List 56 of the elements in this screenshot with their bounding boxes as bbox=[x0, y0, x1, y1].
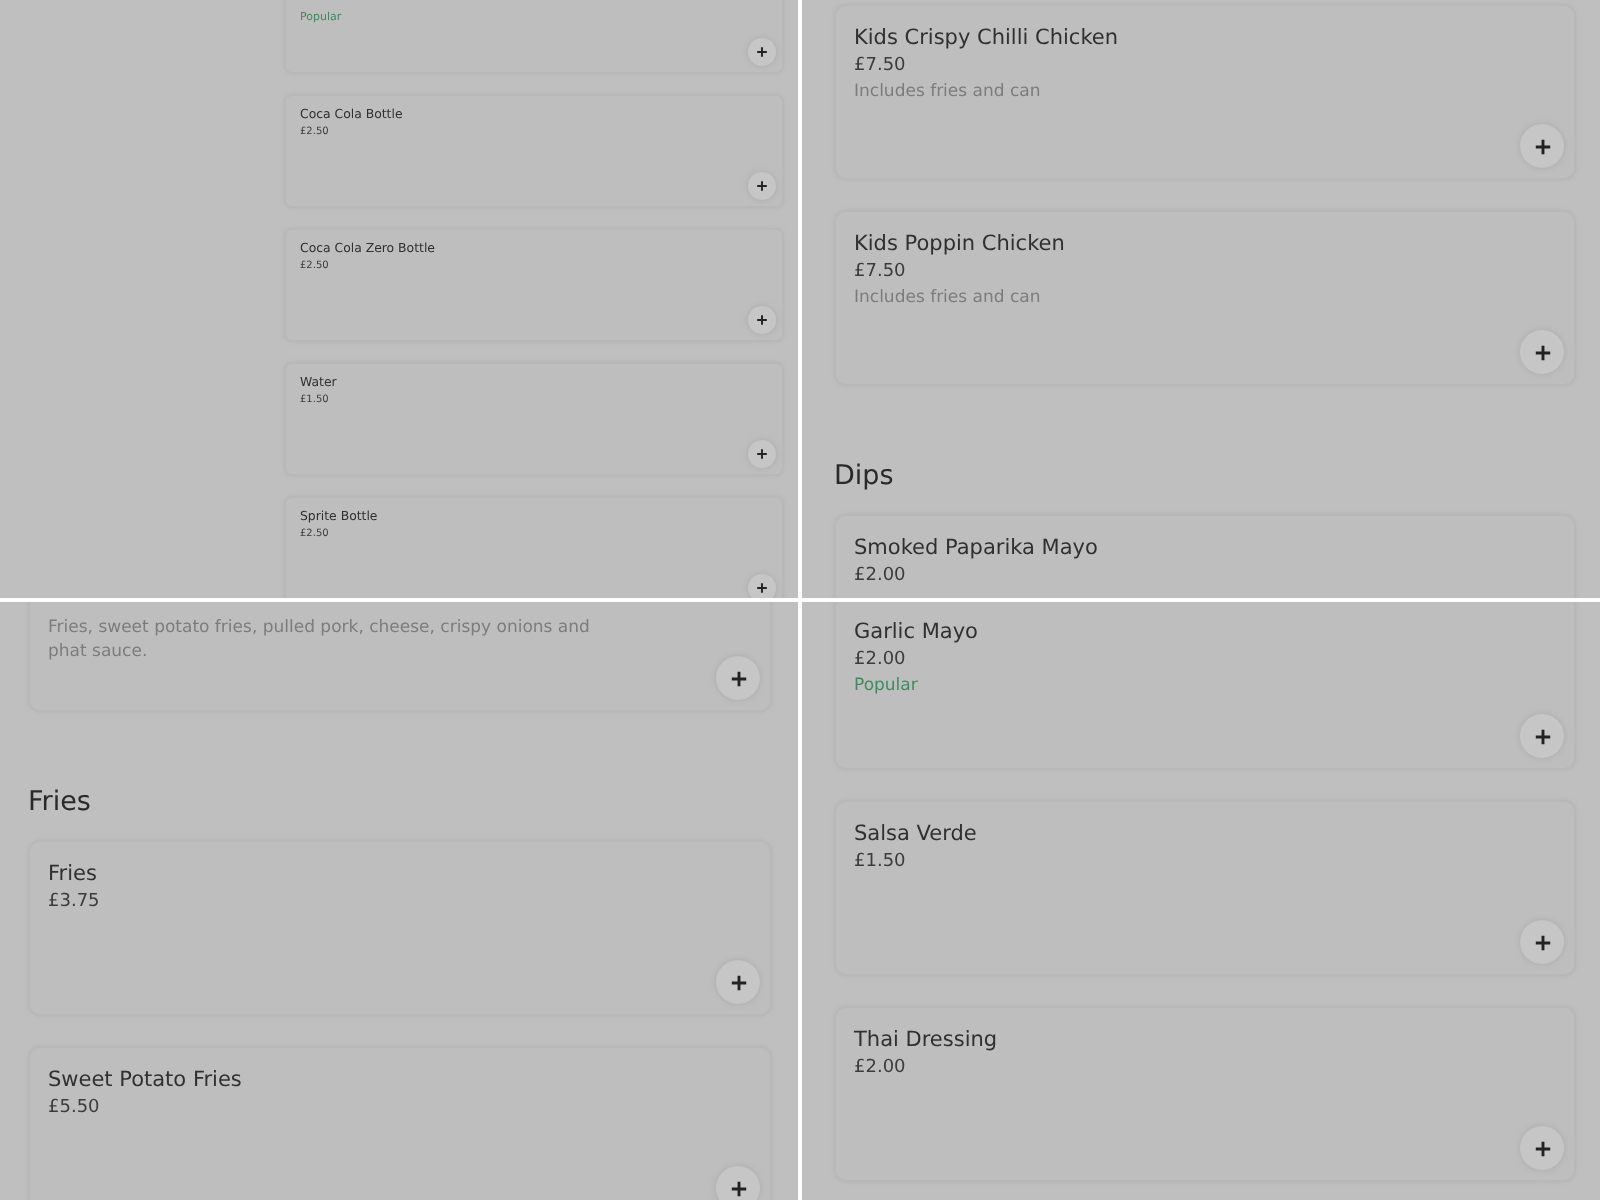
add-button[interactable] bbox=[748, 574, 776, 598]
menu-item-card[interactable]: Salsa Verde £1.50 bbox=[834, 800, 1576, 976]
add-button[interactable] bbox=[748, 306, 776, 334]
item-description: Includes fries and can bbox=[854, 288, 1043, 312]
item-price: £2.00 bbox=[854, 566, 908, 586]
plus-icon bbox=[1533, 137, 1551, 155]
plus-icon bbox=[756, 180, 768, 192]
add-button[interactable] bbox=[1520, 1126, 1564, 1170]
item-name: Smoked Paparika Mayo bbox=[854, 536, 1100, 560]
plus-icon bbox=[756, 448, 768, 460]
item-price: £2.00 bbox=[854, 650, 908, 670]
section-heading: Fries bbox=[28, 786, 93, 818]
menu-item-card[interactable]: Smoked Paparika Mayo £2.00 bbox=[834, 514, 1576, 598]
add-button[interactable] bbox=[716, 960, 760, 1004]
item-name: Fries bbox=[48, 862, 99, 886]
item-description: Includes fries and can bbox=[854, 82, 1043, 106]
plus-icon bbox=[729, 973, 747, 991]
menu-item-card[interactable]: Kids Poppin Chicken £7.50 Includes fries and can bbox=[834, 210, 1576, 386]
plus-icon bbox=[756, 314, 768, 326]
plus-icon bbox=[1533, 343, 1551, 361]
add-button[interactable] bbox=[716, 656, 760, 700]
section-heading: Dips bbox=[834, 460, 896, 492]
add-button[interactable] bbox=[748, 172, 776, 200]
add-button[interactable] bbox=[748, 440, 776, 468]
item-price: £2.00 bbox=[854, 1058, 908, 1078]
item-description: Fries, sweet potato fries, pulled pork, cheese, crispy onions and phat sauce. bbox=[48, 618, 592, 666]
menu-item-card[interactable]: Sweet Potato Fries £5.50 bbox=[28, 1046, 772, 1200]
menu-item-card[interactable]: Garlic Mayo £2.00 Popular bbox=[834, 602, 1576, 770]
plus-icon bbox=[729, 1179, 747, 1197]
item-name: Garlic Mayo bbox=[854, 620, 980, 644]
plus-icon bbox=[756, 46, 768, 58]
add-button[interactable] bbox=[1520, 714, 1564, 758]
add-button[interactable] bbox=[1520, 124, 1564, 168]
plus-icon bbox=[1533, 727, 1551, 745]
plus-icon bbox=[756, 582, 768, 594]
item-name: Kids Crispy Chilli Chicken bbox=[854, 26, 1121, 50]
item-name: Thai Dressing bbox=[854, 1028, 1000, 1052]
item-price: £7.50 bbox=[854, 56, 908, 76]
menu-item-card[interactable]: Fries £3.75 bbox=[28, 840, 772, 1016]
add-button[interactable] bbox=[748, 38, 776, 66]
item-name: Kids Poppin Chicken bbox=[854, 232, 1067, 256]
item-price: £1.50 bbox=[854, 852, 908, 872]
item-price: £7.50 bbox=[854, 262, 908, 282]
item-price: £3.75 bbox=[48, 892, 102, 912]
menu-item-card[interactable]: Kids Crispy Chilli Chicken £7.50 Includes fries and can bbox=[834, 4, 1576, 180]
add-button[interactable] bbox=[1520, 330, 1564, 374]
plus-icon bbox=[1533, 1139, 1551, 1157]
plus-icon bbox=[729, 669, 747, 687]
item-name: Sweet Potato Fries bbox=[48, 1068, 244, 1092]
item-name: Salsa Verde bbox=[854, 822, 979, 846]
item-price: £5.50 bbox=[48, 1098, 102, 1118]
add-button[interactable] bbox=[716, 1166, 760, 1200]
menu-item-card[interactable]: Thai Dressing £2.00 bbox=[834, 1006, 1576, 1182]
popular-label: Popular bbox=[854, 676, 920, 696]
plus-icon bbox=[1533, 933, 1551, 951]
add-button[interactable] bbox=[1520, 920, 1564, 964]
